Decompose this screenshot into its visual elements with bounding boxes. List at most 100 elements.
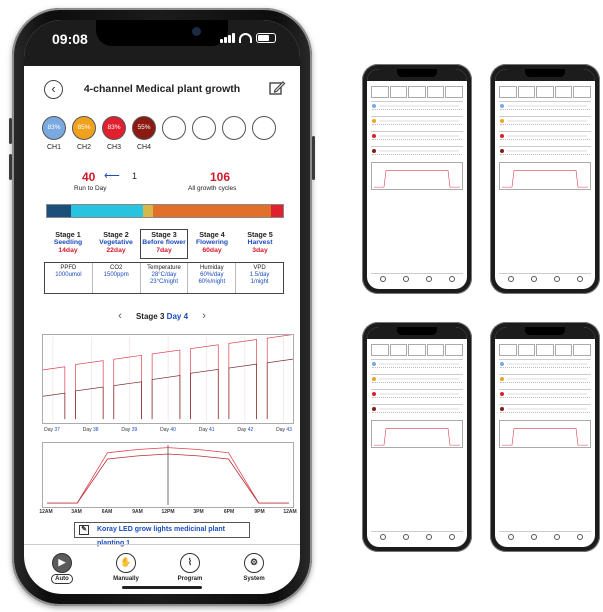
mini-channel-row xyxy=(371,404,463,416)
channel-7-button[interactable] xyxy=(222,116,246,140)
daily-tick-label: Day 42 xyxy=(237,427,253,433)
stage-phase: Vegetative xyxy=(99,239,133,246)
mini-channel-row xyxy=(371,374,463,386)
mini-channel-bar xyxy=(507,105,587,107)
mini-channel-bar xyxy=(379,393,459,395)
channel-3-label: CH3 xyxy=(106,144,121,151)
mini-tab-bar xyxy=(499,531,591,543)
mini-channel-bar xyxy=(507,363,587,365)
mini-channel-dot xyxy=(372,362,376,366)
mini-channel-bar xyxy=(379,150,459,152)
daily-tick-label: Day 38 xyxy=(83,427,99,433)
mini-tab-icon xyxy=(576,534,583,540)
tab-label: Manually xyxy=(113,576,139,582)
mini-channel-dot xyxy=(500,104,504,108)
stage-name: Stage 5 xyxy=(247,230,273,239)
daily-series-2-mark xyxy=(266,358,293,420)
day-prefix: Day xyxy=(121,427,132,433)
product-button[interactable]: ✎ Koray LED grow lights medicinal plant … xyxy=(74,522,250,547)
stage-days: 7day xyxy=(156,247,172,254)
mini-channel-row xyxy=(499,359,591,371)
mini-channel-dot xyxy=(500,362,504,366)
daily-series-2-mark xyxy=(43,392,66,420)
mini-tab-icon xyxy=(553,534,560,540)
stage-tabs: Stage 1 Seedling 14day Stage 2 Vegetative 22d… xyxy=(44,229,284,259)
daily-series-1-mark xyxy=(228,339,257,420)
tab-auto[interactable]: ▶ Auto xyxy=(34,553,90,584)
mini-channel-detail xyxy=(372,367,462,370)
program-icon: ⌇ xyxy=(180,553,200,573)
day-prefix: Day xyxy=(44,427,55,433)
stage-tab-4[interactable]: Stage 4 Flowering 60day xyxy=(188,229,236,259)
stage-tab-3[interactable]: Stage 3 Before flower 7day xyxy=(140,229,188,259)
tab-label: Auto xyxy=(51,574,73,584)
mini-channel-dot xyxy=(372,134,376,138)
mini-channel-dot xyxy=(372,119,376,123)
param-value: VPD xyxy=(253,265,266,271)
channel-selector: 83% CH1 85% CH2 83% CH3 55% CH4 xyxy=(42,116,292,160)
mini-stage-grid xyxy=(499,344,591,356)
day-number: 39 xyxy=(131,427,138,433)
notch xyxy=(96,20,228,46)
param-value: CO2 xyxy=(110,265,123,271)
param-humiday: Humiday 60%/day 60%/night xyxy=(187,263,235,293)
mini-status-bar xyxy=(495,327,595,339)
edit-icon[interactable] xyxy=(268,79,286,97)
mini-stage-cell xyxy=(517,86,536,98)
prev-day-button[interactable]: ‹ xyxy=(106,310,134,322)
param-value: 1500ppm xyxy=(103,272,129,279)
mini-tab-icon xyxy=(425,534,432,540)
mini-channel-row xyxy=(499,116,591,128)
mini-status-bar xyxy=(367,69,467,81)
mini-channel-row xyxy=(371,389,463,401)
channel-3-button[interactable]: 83% xyxy=(102,116,126,140)
stage-tab-2[interactable]: Stage 2 Vegetative 22day xyxy=(92,229,140,259)
mini-channel-detail xyxy=(500,412,590,415)
daily-series-1-mark xyxy=(151,349,181,420)
channel-6-button[interactable] xyxy=(192,116,216,140)
mini-channel-detail xyxy=(372,154,462,157)
tab-system[interactable]: ⚙ System xyxy=(226,553,282,582)
mini-stage-cell xyxy=(573,86,591,98)
daily-tick-label: Day 41 xyxy=(199,427,215,433)
mini-channel-dot xyxy=(372,149,376,153)
mini-channel-row xyxy=(499,404,591,416)
mini-chart-line xyxy=(502,428,588,446)
mini-channel-row xyxy=(499,389,591,401)
channel-8-button[interactable] xyxy=(252,116,276,140)
next-day-button[interactable]: › xyxy=(190,310,218,322)
mini-chart-line xyxy=(502,170,588,188)
mini-stage-cell xyxy=(371,344,389,356)
page-title: 4-channel Medical plant growth xyxy=(83,83,241,95)
app-header: ‹ 4-channel Medical plant growth xyxy=(24,76,300,104)
channel-2-button[interactable]: 85% xyxy=(72,116,96,140)
channel-4-button[interactable]: 55% xyxy=(132,116,156,140)
mini-phone-1 xyxy=(362,64,472,294)
tab-manually[interactable]: ✋ Manually xyxy=(98,553,154,582)
stage-tab-1[interactable]: Stage 1 Seedling 14day xyxy=(44,229,92,259)
daily-series-1-mark xyxy=(266,335,292,420)
timeline-segment xyxy=(271,205,283,217)
tab-program[interactable]: ⌇ Program xyxy=(162,553,218,582)
mini-channel-bar xyxy=(507,393,587,395)
mini-tab-icon xyxy=(507,534,514,540)
mini-tab-icon xyxy=(402,276,409,282)
nav-stage: Stage 3 xyxy=(135,312,165,321)
stage-days: 3day xyxy=(252,247,268,254)
mini-channel-dot xyxy=(500,134,504,138)
mini-stage-cell xyxy=(499,344,517,356)
growth-timeline[interactable] xyxy=(46,204,284,218)
cycles-label: All growth cycles xyxy=(188,185,237,192)
channel-1-button[interactable]: 83% xyxy=(42,116,66,140)
channel-5-button[interactable] xyxy=(162,116,186,140)
param-value: 1000umol xyxy=(55,272,82,279)
mini-notch xyxy=(397,69,437,77)
mini-channel-row xyxy=(371,359,463,371)
run-day-label: Run to Day xyxy=(74,185,107,192)
mini-channel-bar xyxy=(507,150,587,152)
hourly-tick-label: 6PM xyxy=(223,509,235,515)
day-prefix: Day xyxy=(276,427,287,433)
mini-stage-cell xyxy=(426,344,445,356)
daily-tick-label: Day 43 xyxy=(276,427,292,433)
stage-tab-5[interactable]: Stage 5 Harvest 3day xyxy=(236,229,284,259)
